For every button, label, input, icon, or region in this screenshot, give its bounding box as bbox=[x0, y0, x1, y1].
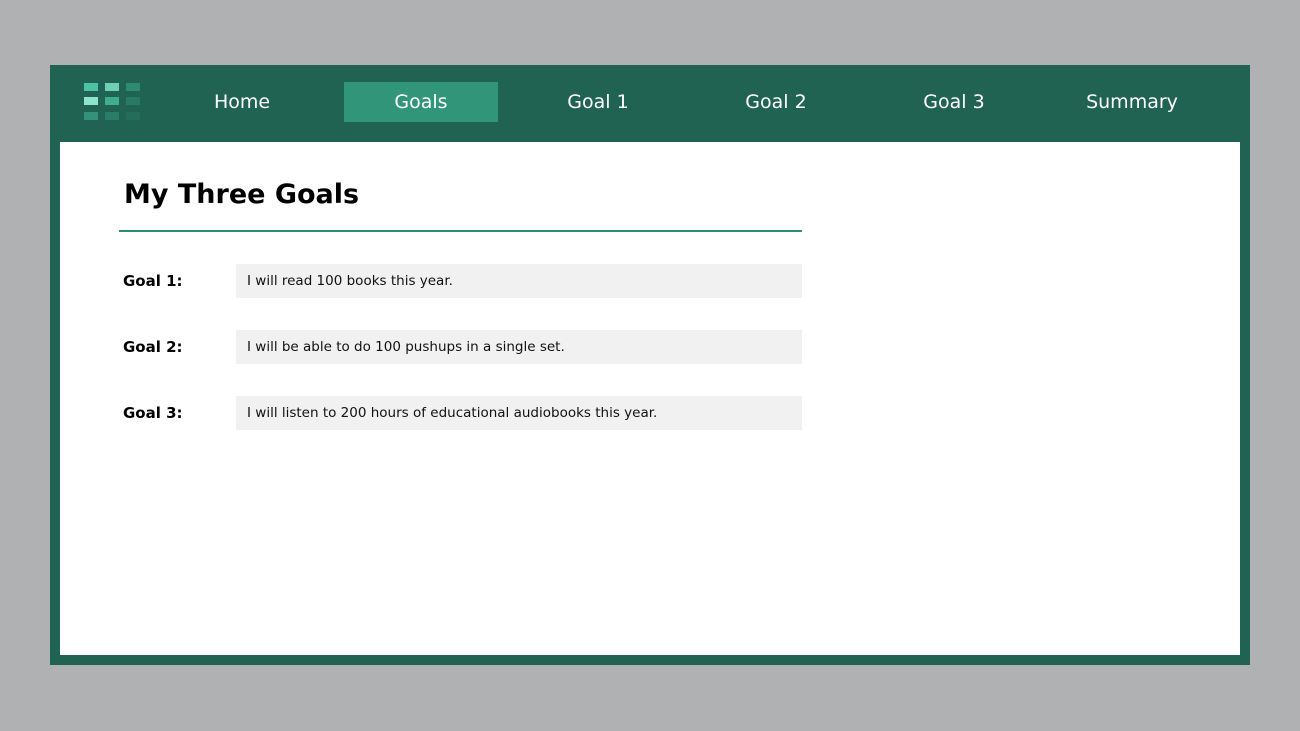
logo-cell bbox=[126, 97, 140, 105]
nav-tab-summary[interactable]: Summary bbox=[1055, 82, 1209, 122]
logo-cell bbox=[126, 83, 140, 91]
nav-tab-goal-2[interactable]: Goal 2 bbox=[699, 82, 853, 122]
nav-tab-label: Home bbox=[213, 91, 271, 113]
goal-3-field[interactable]: I will listen to 200 hours of educationa… bbox=[236, 396, 802, 430]
nav-tab-goal-3[interactable]: Goal 3 bbox=[877, 82, 1031, 122]
goal-3-label: Goal 3: bbox=[123, 404, 183, 422]
nav-tab-label: Goal 1 bbox=[567, 91, 629, 113]
grid-logo-icon bbox=[84, 83, 140, 123]
nav-tab-goals[interactable]: Goals bbox=[344, 82, 498, 122]
nav-tab-label: Goal 3 bbox=[923, 91, 985, 113]
nav-tab-label: Summary bbox=[1086, 91, 1178, 113]
title-divider bbox=[119, 230, 802, 232]
logo-cell bbox=[84, 112, 98, 120]
app-frame: Home Goals Goal 1 Goal 2 Goal 3 Summary … bbox=[50, 65, 1250, 665]
goal-2-field[interactable]: I will be able to do 100 pushups in a si… bbox=[236, 330, 802, 364]
nav-tab-goal-1[interactable]: Goal 1 bbox=[521, 82, 675, 122]
nav-tab-label: Goal 2 bbox=[745, 91, 807, 113]
logo-cell bbox=[126, 112, 140, 120]
content-panel: My Three Goals Goal 1: I will read 100 b… bbox=[60, 142, 1240, 655]
goal-2-label: Goal 2: bbox=[123, 338, 183, 356]
logo-cell bbox=[84, 83, 98, 91]
nav-tab-label: Goals bbox=[394, 91, 448, 113]
logo-cell bbox=[105, 112, 119, 120]
logo-cell bbox=[105, 83, 119, 91]
goal-1-field[interactable]: I will read 100 books this year. bbox=[236, 264, 802, 298]
logo-cell bbox=[105, 97, 119, 105]
nav-tab-home[interactable]: Home bbox=[165, 82, 319, 122]
page-title: My Three Goals bbox=[124, 179, 360, 210]
logo-cell bbox=[84, 97, 98, 105]
goal-1-label: Goal 1: bbox=[123, 272, 183, 290]
